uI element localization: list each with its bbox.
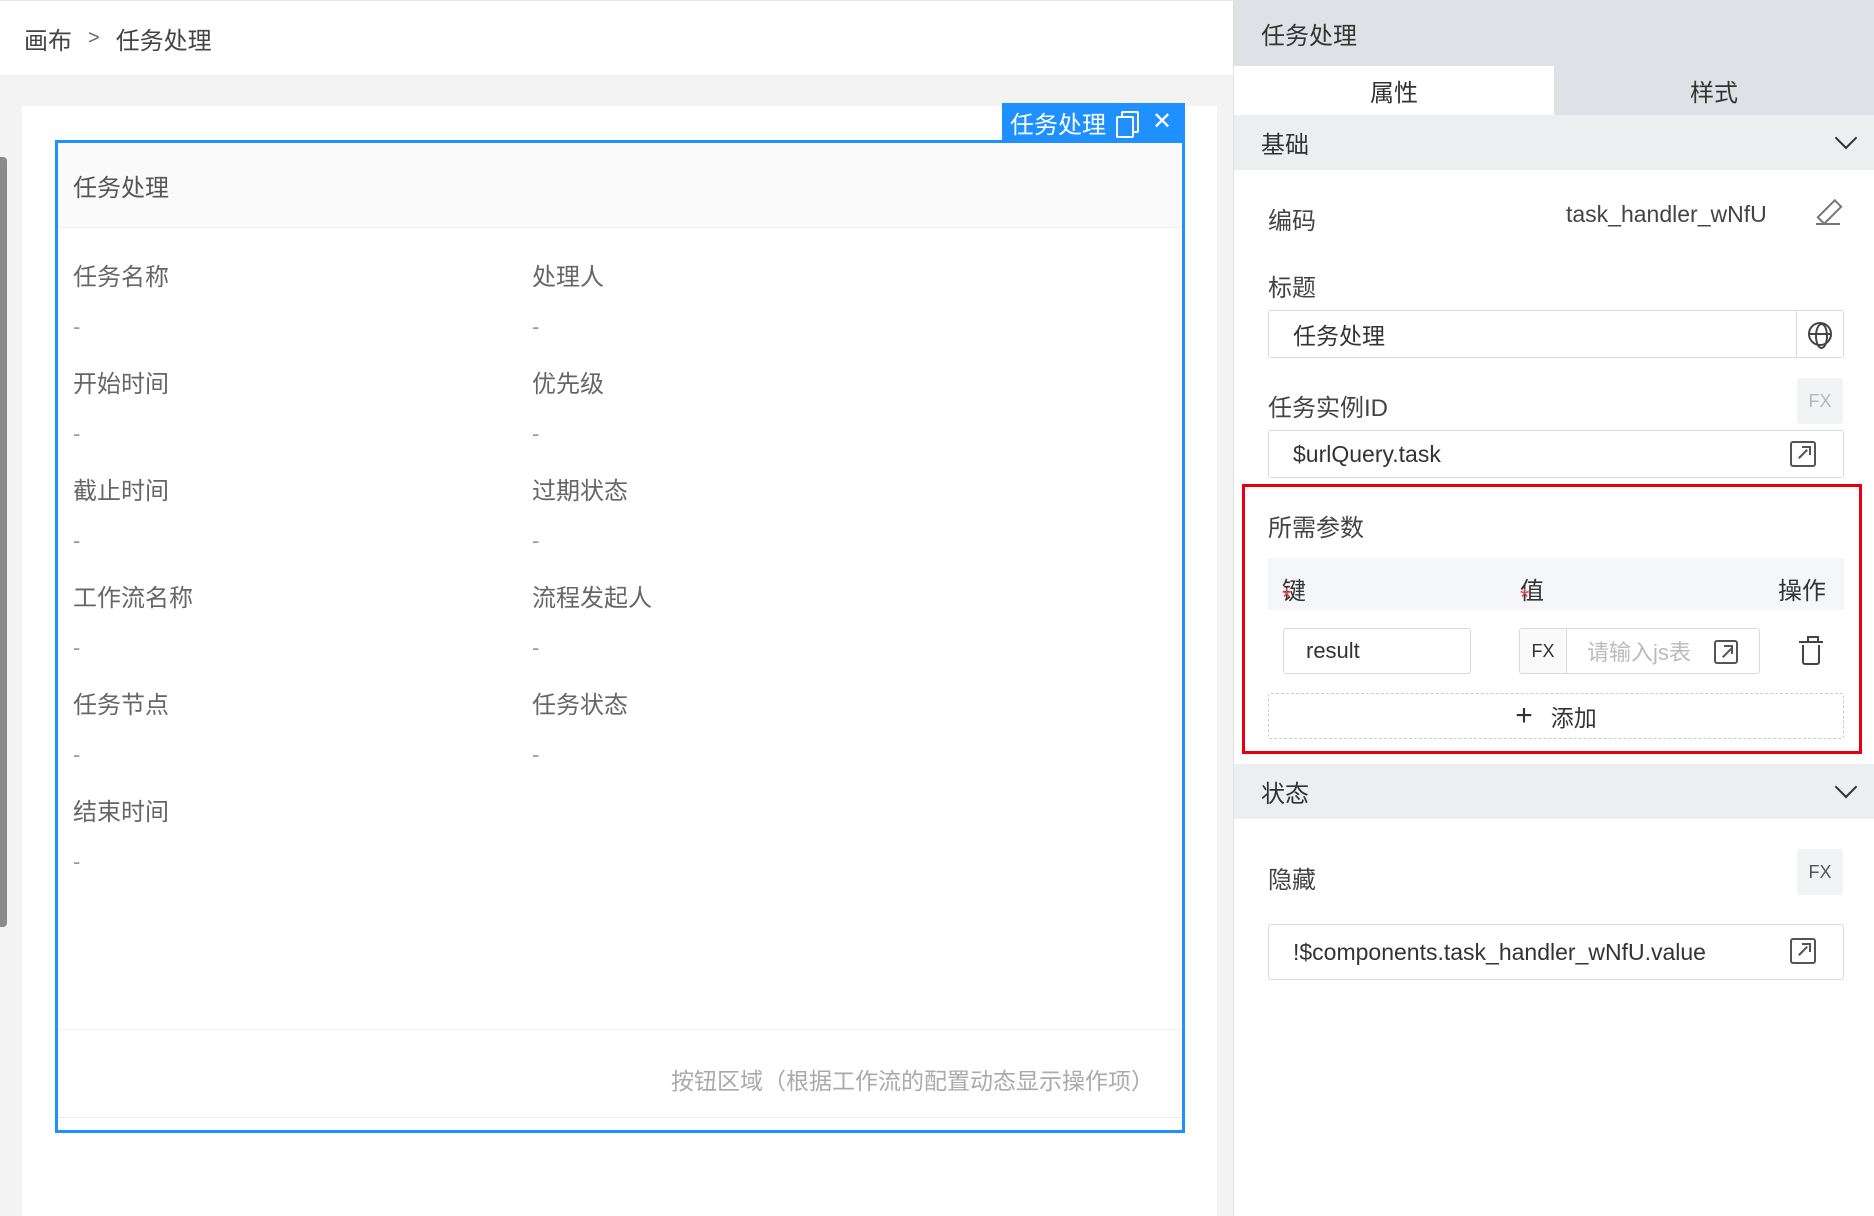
field-task-node: 任务节点 -: [73, 686, 573, 768]
hidden-expression-input[interactable]: !$components.task_handler_wNfU.value: [1268, 924, 1844, 980]
expand-icon[interactable]: [1790, 938, 1816, 964]
field-label: 结束时间: [73, 799, 169, 826]
add-param-button[interactable]: + 添加: [1268, 693, 1844, 739]
code-value: task_handler_wNfU: [1566, 201, 1767, 227]
field-workflow-name: 工作流名称 -: [73, 579, 573, 661]
field-value: -: [532, 421, 540, 446]
trash-icon[interactable]: [1799, 636, 1823, 665]
close-icon[interactable]: ✕: [1152, 110, 1172, 134]
task-instance-id-value: $urlQuery.task: [1293, 440, 1441, 467]
breadcrumb-separator: >: [88, 26, 100, 49]
field-label: 任务名称: [73, 264, 169, 291]
field-task-status: 任务状态 -: [532, 686, 1032, 768]
code-label: 编码: [1268, 208, 1316, 235]
params-action-header: 操作: [1778, 578, 1826, 605]
task-handler-component[interactable]: 任务处理 任务名称 - 处理人 - 开始时间 - 优先级 - 截止时间 - 过期…: [58, 143, 1182, 1130]
title-label: 标题: [1268, 275, 1316, 302]
hidden-expression-value: !$components.task_handler_wNfU.value: [1293, 938, 1706, 965]
hidden-label: 隐藏: [1268, 867, 1316, 894]
chevron-down-icon[interactable]: [1834, 126, 1858, 149]
field-end-time: 结束时间 -: [73, 793, 573, 875]
field-label: 开始时间: [73, 371, 169, 398]
field-label: 任务状态: [532, 692, 628, 719]
params-label: 所需参数: [1268, 515, 1364, 542]
field-value: -: [532, 528, 540, 553]
panel-tabs: 属性 样式: [1234, 66, 1874, 115]
hidden-fx-button[interactable]: FX: [1797, 849, 1843, 895]
field-value: -: [73, 421, 81, 446]
field-initiator: 流程发起人 -: [532, 579, 1032, 661]
panel-title: 任务处理: [1234, 0, 1874, 66]
divider: [1796, 311, 1797, 357]
breadcrumb-root[interactable]: 画布: [24, 21, 72, 56]
required-mark: *: [1520, 584, 1530, 611]
button-area: 按钮区域（根据工作流的配置动态显示操作项）: [58, 1029, 1182, 1127]
left-panel-handle[interactable]: [0, 157, 7, 927]
chevron-down-icon[interactable]: [1834, 775, 1858, 798]
field-task-name: 任务名称 -: [73, 258, 573, 340]
params-value-header: * 值: [1520, 571, 1544, 611]
field-assignee: 处理人 -: [532, 258, 1032, 340]
params-key-header: * 键: [1282, 571, 1306, 611]
selected-component-tag: 任务处理 ✕: [1002, 103, 1185, 141]
field-expired-status: 过期状态 -: [532, 472, 1032, 554]
divider: [58, 1117, 1182, 1118]
edit-icon[interactable]: [1816, 201, 1840, 225]
section-state-header[interactable]: 状态: [1234, 764, 1874, 819]
tab-properties[interactable]: 属性: [1234, 66, 1554, 115]
param-key-input[interactable]: result: [1283, 628, 1471, 674]
plus-icon: +: [1515, 699, 1533, 732]
task-instance-id-label: 任务实例ID: [1268, 395, 1388, 422]
globe-icon[interactable]: [1808, 322, 1832, 349]
expand-icon[interactable]: [1790, 441, 1816, 467]
field-value: -: [532, 314, 540, 339]
expand-icon[interactable]: [1714, 640, 1738, 664]
button-area-placeholder: 按钮区域（根据工作流的配置动态显示操作项）: [671, 1067, 1154, 1094]
title-input-value: 任务处理: [1293, 323, 1385, 349]
field-start-time: 开始时间 -: [73, 365, 573, 447]
field-label: 流程发起人: [532, 585, 652, 612]
breadcrumb-current: 任务处理: [115, 27, 212, 55]
field-value: -: [532, 635, 540, 660]
section-basic-header[interactable]: 基础: [1234, 115, 1874, 170]
add-param-label: 添加: [1550, 705, 1597, 731]
card-title: 任务处理: [58, 143, 1182, 228]
field-label: 处理人: [532, 264, 604, 291]
field-label: 截止时间: [73, 478, 169, 505]
field-label: 优先级: [532, 371, 604, 398]
param-key-value: result: [1306, 638, 1360, 663]
breadcrumb: 画布 > 任务处理: [0, 0, 1233, 76]
section-state-title: 状态: [1261, 781, 1309, 808]
copy-icon[interactable]: [1116, 111, 1139, 138]
field-label: 工作流名称: [73, 585, 193, 612]
field-label: 过期状态: [532, 478, 628, 505]
property-panel: 任务处理 属性 样式 基础 编码 task_handler_wNfU 标题 任务…: [1233, 0, 1874, 1216]
section-basic-title: 基础: [1261, 132, 1309, 159]
field-value: -: [73, 314, 81, 339]
field-deadline: 截止时间 -: [73, 472, 573, 554]
field-priority: 优先级 -: [532, 365, 1032, 447]
field-value: -: [532, 742, 540, 767]
required-mark: *: [1282, 584, 1292, 611]
task-instance-id-input[interactable]: $urlQuery.task: [1268, 430, 1844, 478]
title-input[interactable]: 任务处理: [1268, 310, 1844, 358]
field-value: -: [73, 742, 81, 767]
selected-component-name: 任务处理: [1010, 111, 1106, 139]
tab-styles[interactable]: 样式: [1554, 66, 1874, 115]
field-value: -: [73, 849, 81, 874]
param-value-placeholder: 请输入js表: [1587, 640, 1691, 665]
task-id-fx-button[interactable]: FX: [1797, 378, 1843, 424]
field-label: 任务节点: [73, 692, 169, 719]
field-value: -: [73, 635, 81, 660]
param-fx-button[interactable]: FX: [1519, 628, 1567, 674]
params-table-header: * 键 * 值 操作: [1268, 558, 1844, 611]
field-value: -: [73, 528, 81, 553]
